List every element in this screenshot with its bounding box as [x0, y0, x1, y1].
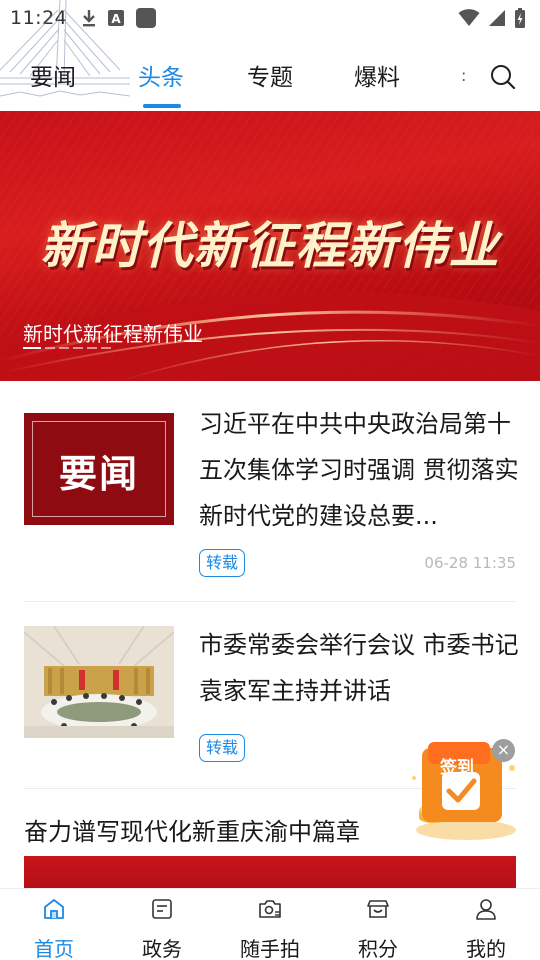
banner-caption: 新时代新征程新伟业 [23, 322, 203, 346]
list-divider [24, 601, 516, 602]
bottom-navigation: 首页 政务 随手拍 积分 我的 [0, 888, 540, 960]
nav-label: 我的 [466, 937, 506, 960]
nav-label: 政务 [142, 937, 182, 960]
tab-toutiao[interactable]: 头条 [138, 58, 184, 92]
battery-charging-icon [515, 8, 525, 28]
news-thumbnail-meeting-photo [24, 626, 174, 738]
signal-icon [489, 10, 505, 26]
banner-dot[interactable] [87, 347, 97, 349]
nav-label: 首页 [34, 937, 74, 960]
banner-headline: 新时代新征程新伟业 [40, 217, 500, 275]
nav-label: 随手拍 [240, 937, 300, 960]
app-square-icon [136, 8, 157, 28]
news-thumbnail-yaowen: 要闻 [24, 413, 174, 525]
banner-dot[interactable] [59, 347, 69, 349]
tab-baoliao[interactable]: 爆料 [354, 58, 400, 92]
news-title[interactable]: 市委常委会举行会议 市委书记袁家军主持并讲话 [199, 622, 519, 714]
section-banner-image[interactable] [24, 856, 516, 890]
active-tab-indicator [143, 104, 181, 108]
news-source-tag: 转载 [199, 734, 246, 762]
news-title[interactable]: 习近平在中共中央政治局第十五次集体学习时强调 贯彻落实新时代党的建设总要... [199, 401, 519, 539]
meeting-photo [24, 626, 174, 738]
nav-label: 积分 [358, 937, 398, 960]
banner-dot[interactable] [23, 347, 41, 349]
banner-dot[interactable] [101, 347, 111, 349]
camera-icon [259, 900, 281, 918]
tab-overflow-hint: : [461, 66, 467, 85]
headline-banner[interactable]: 新时代新征程新伟业 新时代新征程新伟业 [0, 111, 540, 381]
home-icon [44, 899, 64, 919]
status-system-icons [458, 7, 526, 29]
banner-dot[interactable] [73, 347, 83, 349]
news-source-tag: 转载 [199, 549, 246, 577]
news-timestamp: 06-28 11:35 [424, 554, 516, 572]
banner-pager [23, 347, 111, 349]
search-icon[interactable] [488, 62, 518, 92]
tab-zhuanti[interactable]: 专题 [247, 58, 293, 92]
document-icon [152, 899, 172, 919]
close-icon[interactable]: × [492, 739, 515, 762]
nav-item-zhengwu[interactable]: 政务 [108, 889, 216, 960]
section-title[interactable]: 奋力谱写现代化新重庆渝中篇章 [24, 812, 360, 847]
nav-item-mine[interactable]: 我的 [432, 889, 540, 960]
nav-item-home[interactable]: 首页 [0, 889, 108, 960]
banner-dot[interactable] [45, 347, 55, 349]
tab-yaowen[interactable]: 要闻 [30, 58, 76, 92]
store-icon [367, 900, 389, 918]
thumbnail-yaowen-text: 要闻 [58, 452, 139, 496]
nav-item-points[interactable]: 积分 [324, 889, 432, 960]
top-tab-bar: 要闻 头条 专题 爆料 : [0, 50, 540, 110]
user-icon [476, 899, 496, 920]
nav-item-photo-report[interactable]: 随手拍 [216, 889, 324, 960]
wifi-icon [458, 9, 480, 26]
news-list-item[interactable]: 要闻 习近平在中共中央政治局第十五次集体学习时强调 贯彻落实新时代党的建设总要.… [24, 410, 519, 583]
sign-in-label: 签到 [440, 758, 474, 778]
